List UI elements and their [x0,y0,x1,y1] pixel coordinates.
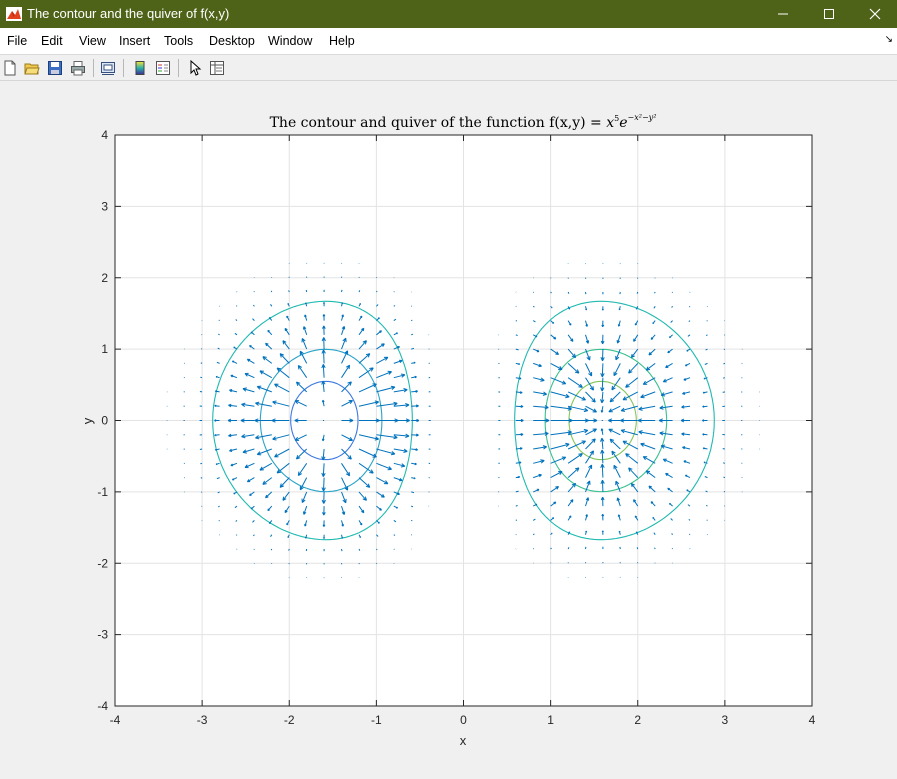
x-tick-label: 3 [722,713,729,727]
quiver-arrow [723,476,726,479]
x-tick-label: 4 [809,713,816,727]
x-tick-label: 1 [547,713,554,727]
quiver-arrow [532,291,535,293]
quiver-arrow [305,289,308,293]
quiver-arrow [550,547,552,550]
quiver-arrow [515,505,518,507]
quiver-arrow [218,520,220,522]
y-tick-label: 4 [101,128,108,142]
y-axis-label: y [80,417,95,424]
quiver-arrow [376,548,378,551]
quiver-arrow [270,290,273,293]
quiver-arrow [636,291,639,294]
y-tick-label: 0 [101,414,108,428]
x-tick-label: -3 [197,713,208,727]
quiver-arrow [515,334,518,336]
quiver-arrow [706,320,708,322]
quiver-arrow [723,490,726,493]
quiver-arrow [288,290,290,293]
x-axis-label: x [460,733,467,748]
y-tick-label: 2 [101,271,108,285]
quiver-arrow [688,533,691,536]
x-tick-label: -2 [284,713,295,727]
quiver-arrow [305,548,308,552]
quiver-arrow [199,448,203,450]
quiver-arrow [253,291,255,293]
quiver-arrow [722,377,726,379]
y-tick-label: 3 [101,199,108,213]
x-tick-label: 2 [634,713,641,727]
title-exponent-gaussian: −x²−y² [628,113,657,122]
quiver-arrow [200,462,203,465]
quiver-arrow [411,333,414,336]
title-x: x [606,115,614,131]
quiver-arrow [393,305,396,307]
x-tick-label: 0 [460,713,467,727]
quiver-arrow [341,548,343,552]
quiver-arrow [235,534,238,536]
quiver-arrow [550,291,552,294]
quiver-arrow [376,290,378,293]
plot-title-prefix: The contour and quiver of the function f… [270,115,607,131]
x-tick-label: -1 [371,713,382,727]
quiver-arrow [532,533,535,536]
x-tick-label: -4 [110,713,121,727]
quiver-arrow [288,548,290,551]
quiver-arrow [671,291,674,293]
quiver-arrow [200,362,203,364]
quiver-arrow [532,305,535,308]
quiver-arrow [200,477,203,479]
quiver-arrow [200,376,203,379]
quiver-arrow [270,548,273,551]
quiver-arrow [671,548,674,550]
quiver-arrow [705,504,708,507]
plot-title: The contour and quiver of the function f… [270,113,657,131]
title-e: e [619,115,627,131]
y-tick-label: -3 [97,628,108,642]
quiver-arrow [532,548,535,550]
quiver-arrow [218,505,220,508]
quiver-arrow [218,319,220,321]
quiver-arrow [393,548,395,550]
quiver-arrow [636,547,639,550]
y-tick-label: 1 [101,342,108,356]
quiver-arrow [393,291,395,293]
quiver-arrow [722,391,726,393]
quiver-arrow [654,547,656,550]
quiver-arrow [411,505,414,508]
y-tick-label: -2 [97,556,108,570]
quiver-arrow [723,348,726,351]
quiver-arrow [654,291,656,294]
quiver-arrow [723,362,726,365]
quiver-arrow [706,519,708,521]
quiver-arrow [393,534,396,536]
quiver-arrow [218,333,220,336]
quiver-arrow [253,548,255,550]
quiver-arrow [722,462,726,464]
quiver-arrow [341,289,343,293]
figure-canvas: -4 -3 -2 -1 0 1 2 3 4 -4 -3 -2 -1 0 1 2 3 4 x y The conto… [80,113,816,748]
y-tick-label: -4 [97,699,108,713]
y-tick-label: -1 [97,485,108,499]
quiver-arrow [705,334,708,337]
quiver-arrow [688,305,691,308]
quiver-arrow [235,305,238,307]
